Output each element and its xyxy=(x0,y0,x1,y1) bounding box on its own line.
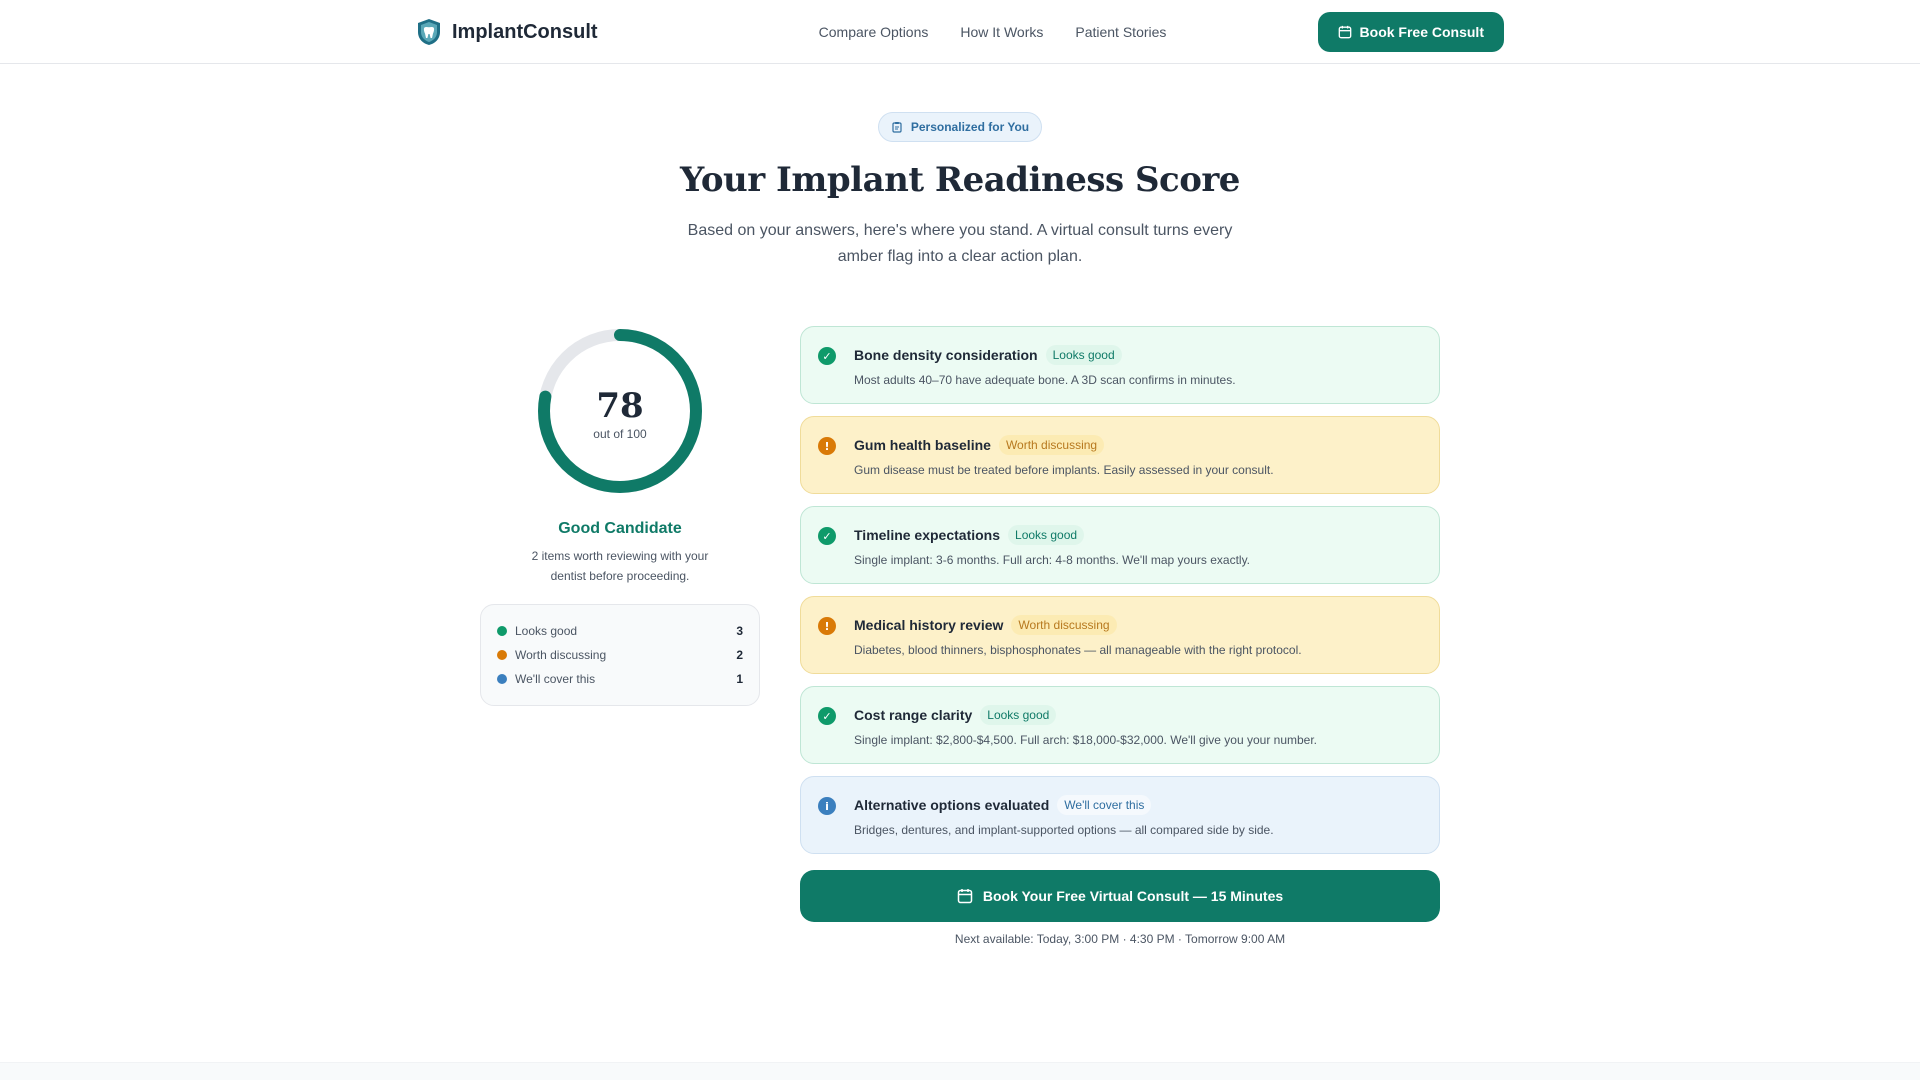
legend-label: Looks good xyxy=(515,624,578,638)
card-description: Single implant: 3-6 months. Full arch: 4… xyxy=(854,553,1251,567)
item-card-medical-history: ! Medical history review Worth discussin… xyxy=(800,596,1440,674)
results-section: 78 out of 100 Good Candidate 2 items wor… xyxy=(480,326,1440,946)
legend-count: 3 xyxy=(736,624,743,638)
card-header: Medical history review Worth discussing xyxy=(854,615,1302,635)
card-title: Medical history review xyxy=(854,617,1004,633)
book-virtual-consult-button[interactable]: Book Your Free Virtual Consult — 15 Minu… xyxy=(800,870,1440,922)
card-header: Cost range clarity Looks good xyxy=(854,705,1317,725)
card-body: Cost range clarity Looks good Single imp… xyxy=(854,687,1317,747)
score-panel: 78 out of 100 Good Candidate 2 items wor… xyxy=(480,326,760,946)
check-circle-icon: ✓ xyxy=(818,347,836,365)
card-header: Bone density consideration Looks good xyxy=(854,345,1236,365)
calendar-icon xyxy=(957,889,973,904)
book-virtual-consult-label: Book Your Free Virtual Consult — 15 Minu… xyxy=(982,888,1284,904)
score-ring: 78 out of 100 xyxy=(535,326,705,496)
card-body: Alternative options evaluated We'll cove… xyxy=(854,777,1274,837)
legend-dot-warn xyxy=(497,650,507,660)
shield-tooth-icon xyxy=(418,19,440,45)
navbar-inner: ImplantConsult Compare Options How It Wo… xyxy=(416,0,1504,64)
card-description: Bridges, dentures, and implant-supported… xyxy=(854,823,1274,837)
legend-count: 1 xyxy=(736,672,743,686)
status-badge: Looks good xyxy=(1008,525,1085,545)
legend-dot-good xyxy=(497,626,507,636)
page-title: Your Implant Readiness Score xyxy=(680,160,1240,200)
card-description: Diabetes, blood thinners, bisphosphonate… xyxy=(854,643,1302,657)
legend-label: We'll cover this xyxy=(515,672,596,686)
nav-links: Compare Options How It Works Patient Sto… xyxy=(819,24,1167,40)
item-card-timeline: ✓ Timeline expectations Looks good Singl… xyxy=(800,506,1440,584)
card-body: Gum health baseline Worth discussing Gum… xyxy=(854,417,1274,477)
status-legend: Looks good 3 Worth discussing 2 We'll co… xyxy=(480,604,760,706)
legend-row-well-cover-this: We'll cover this 1 xyxy=(497,667,743,691)
item-card-alternative-options: i Alternative options evaluated We'll co… xyxy=(800,776,1440,854)
next-availability: Next available: Today, 3:00 PM · 4:30 PM… xyxy=(954,932,1286,946)
legend-label: Worth discussing xyxy=(515,648,607,662)
card-header: Gum health baseline Worth discussing xyxy=(854,435,1274,455)
book-free-consult-label: Book Free Consult xyxy=(1359,24,1484,40)
card-description: Single implant: $2,800-$4,500. Full arch… xyxy=(854,733,1318,747)
card-body: Medical history review Worth discussing … xyxy=(854,597,1302,657)
legend-row-looks-good: Looks good 3 xyxy=(497,619,743,643)
readiness-items: ✓ Bone density consideration Looks good … xyxy=(800,326,1440,946)
card-description: Gum disease must be treated before impla… xyxy=(854,463,1274,477)
card-header: Timeline expectations Looks good xyxy=(854,525,1250,545)
nav-link-how-it-works[interactable]: How It Works xyxy=(960,24,1043,40)
status-badge: Worth discussing xyxy=(1011,615,1117,635)
legend-row-worth-discussing: Worth discussing 2 xyxy=(497,643,743,667)
page-subtitle: Based on your answers, here's where you … xyxy=(687,222,1233,265)
status-badge: We'll cover this xyxy=(1057,795,1152,815)
card-description: Most adults 40–70 have adequate bone. A … xyxy=(854,373,1236,387)
calendar-icon xyxy=(1338,25,1351,39)
card-title: Gum health baseline xyxy=(854,437,991,453)
verdict-description: 2 items worth reviewing with your dentis… xyxy=(531,549,709,583)
nav-link-compare-options[interactable]: Compare Options xyxy=(819,24,929,40)
brand[interactable]: ImplantConsult xyxy=(416,18,598,46)
card-title: Cost range clarity xyxy=(854,707,973,723)
card-title: Bone density consideration xyxy=(854,347,1038,363)
item-card-cost-range: ✓ Cost range clarity Looks good Single i… xyxy=(800,686,1440,764)
card-body: Timeline expectations Looks good Single … xyxy=(854,507,1250,567)
score-ring-center: 78 out of 100 xyxy=(535,326,705,496)
legend-count: 2 xyxy=(736,648,743,662)
status-badge: Looks good xyxy=(1045,345,1122,365)
alert-circle-icon: ! xyxy=(818,437,836,455)
top-navbar: ImplantConsult Compare Options How It Wo… xyxy=(0,0,1920,64)
alert-circle-icon: ! xyxy=(818,617,836,635)
brand-name: ImplantConsult xyxy=(452,20,598,43)
hero: Personalized for You Your Implant Readin… xyxy=(0,112,1920,270)
candidate-verdict: Good Candidate xyxy=(558,520,682,537)
legend-dot-info xyxy=(497,674,507,684)
card-title: Timeline expectations xyxy=(854,527,1001,543)
personalized-badge-label: Personalized for You xyxy=(910,120,1030,134)
item-card-gum-health: ! Gum health baseline Worth discussing G… xyxy=(800,416,1440,494)
card-title: Alternative options evaluated xyxy=(854,797,1050,813)
item-card-bone-density: ✓ Bone density consideration Looks good … xyxy=(800,326,1440,404)
score-out-of: out of 100 xyxy=(593,427,647,441)
status-badge: Looks good xyxy=(980,705,1057,725)
personalized-badge: Personalized for You xyxy=(877,112,1043,142)
clipboard-icon xyxy=(892,122,902,133)
card-header: Alternative options evaluated We'll cove… xyxy=(854,795,1274,815)
status-badge: Worth discussing xyxy=(998,435,1105,455)
book-free-consult-button[interactable]: Book Free Consult xyxy=(1317,12,1504,52)
score-value: 78 xyxy=(596,386,644,426)
card-body: Bone density consideration Looks good Mo… xyxy=(854,327,1236,387)
check-circle-icon: ✓ xyxy=(818,707,836,725)
check-circle-icon: ✓ xyxy=(818,527,836,545)
nav-link-patient-stories[interactable]: Patient Stories xyxy=(1075,24,1166,40)
info-circle-icon: i xyxy=(818,797,836,815)
footer-band xyxy=(0,1062,1920,1080)
